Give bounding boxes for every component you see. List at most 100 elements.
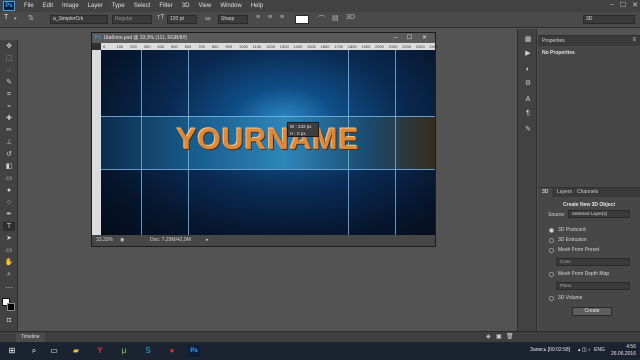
healing-brush-tool-icon[interactable]: ✚ <box>3 114 15 123</box>
option-mesh-from-depth-map[interactable]: Mesh From Depth Map <box>549 270 609 278</box>
menu-window[interactable]: Window <box>220 3 241 9</box>
timeline-tab[interactable]: Timeline <box>16 333 45 342</box>
option-mesh-from-preset[interactable]: Mesh From Preset <box>549 246 599 254</box>
character-panel-icon[interactable]: A <box>523 95 533 104</box>
guide-horizontal[interactable] <box>101 169 435 170</box>
menu-select[interactable]: Select <box>134 3 151 9</box>
yandex-browser-icon[interactable]: Y <box>94 345 106 357</box>
menu-layer[interactable]: Layer <box>88 3 103 9</box>
record-app-icon[interactable]: ● <box>166 345 178 357</box>
gradient-tool-icon[interactable]: ▭ <box>3 174 15 183</box>
utorrent-icon[interactable]: μ <box>118 345 130 357</box>
windows-start-icon[interactable]: ⊞ <box>6 345 18 357</box>
panel-menu-icon[interactable]: ≡ <box>632 37 636 43</box>
chevron-down-icon[interactable]: ▾ <box>14 16 17 22</box>
trash-icon[interactable]: 🗑 <box>506 333 514 340</box>
dodge-tool-icon[interactable]: ○ <box>3 198 15 207</box>
radio-button[interactable] <box>549 271 554 277</box>
actions-panel-icon[interactable]: ▶ <box>523 49 533 58</box>
search-icon[interactable]: ⌕ <box>28 345 40 357</box>
option-3d-extrusion[interactable]: 3D Extrusion <box>549 236 587 244</box>
create-button[interactable]: Create <box>572 307 612 316</box>
type-tool-icon[interactable]: T <box>4 14 8 21</box>
status-menu-icon[interactable]: ◉ <box>120 235 124 246</box>
document-window-controls[interactable]: – ☐ ✕ <box>394 33 431 43</box>
radio-button[interactable] <box>549 247 554 253</box>
option-3d-postcard[interactable]: 3D Postcard <box>549 226 586 234</box>
blur-tool-icon[interactable]: ● <box>3 186 15 195</box>
zoom-level[interactable]: 33,33% <box>96 235 113 246</box>
photoshop-taskbar-icon[interactable]: Ps <box>188 345 200 357</box>
canvas[interactable]: YOURNAME W : 432 px H : 0 px <box>101 50 435 235</box>
tab-layers[interactable]: Layers <box>554 188 575 197</box>
eyedropper-tool-icon[interactable]: ⌁ <box>3 102 15 111</box>
path-selection-tool-icon[interactable]: ➤ <box>3 234 15 243</box>
option-3d-volume[interactable]: 3D Volume <box>549 294 582 302</box>
menu-type[interactable]: Type <box>112 3 125 9</box>
history-brush-tool-icon[interactable]: ↺ <box>3 150 15 159</box>
depth-map-select[interactable]: Plane <box>556 282 630 290</box>
minimize-button[interactable]: – <box>610 1 614 9</box>
document-tab[interactable]: Ps Шаблон.psd @ 33,3% (111, RGB/8#) – ☐ … <box>92 33 435 43</box>
background-color-swatch[interactable] <box>7 303 15 311</box>
anti-alias-select[interactable]: Sharp <box>218 15 248 24</box>
menu-edit[interactable]: Edit <box>43 3 53 9</box>
character-panel-icon[interactable]: ▤ <box>332 14 339 22</box>
text-color-swatch[interactable] <box>295 15 309 24</box>
banner-title-text[interactable]: YOURNAME <box>101 123 435 157</box>
font-family-select[interactable]: a_SimplerCrk <box>50 15 108 24</box>
eraser-tool-icon[interactable]: ◧ <box>3 162 15 171</box>
tray-icons[interactable]: ▴ ◫ ♪ <box>578 347 591 353</box>
lasso-tool-icon[interactable]: ◌ <box>3 66 15 75</box>
menu-3d[interactable]: 3D <box>182 3 190 9</box>
text-orientation-icon[interactable]: ⇅ <box>28 14 34 22</box>
align-center-icon[interactable]: ≡ <box>268 14 272 21</box>
quick-select-tool-icon[interactable]: ✎ <box>3 78 15 87</box>
type-tool-icon[interactable]: T <box>3 222 15 231</box>
hand-tool-icon[interactable]: ✋ <box>3 258 15 267</box>
file-explorer-icon[interactable]: ▰ <box>70 345 82 357</box>
maximize-button[interactable]: ☐ <box>620 1 626 9</box>
radio-button[interactable] <box>549 295 554 301</box>
align-left-icon[interactable]: ≡ <box>256 14 260 21</box>
ruler-top[interactable]: 0 100 200 300 400 500 600 700 800 900 1000 1100 1200… <box>101 43 438 50</box>
language-indicator[interactable]: ENG <box>594 347 605 353</box>
guide-horizontal[interactable] <box>101 116 435 117</box>
layer-icon[interactable]: ▣ <box>496 333 502 340</box>
ruler-left[interactable] <box>92 50 101 235</box>
clock[interactable]: 4:56 26.06.2016 <box>611 344 636 358</box>
menu-image[interactable]: Image <box>62 3 79 9</box>
menu-view[interactable]: View <box>198 3 211 9</box>
menu-file[interactable]: File <box>24 3 34 9</box>
brush-panel-icon[interactable]: ✎ <box>523 125 533 134</box>
marquee-tool-icon[interactable]: ⬚ <box>3 54 15 63</box>
quick-mask-icon[interactable]: ◘ <box>3 316 15 325</box>
source-select[interactable]: Selected Layer(s) <box>568 210 630 218</box>
styles-panel-icon[interactable]: ⚙ <box>523 79 533 88</box>
history-panel-icon[interactable]: ▦ <box>523 35 533 44</box>
radio-button[interactable] <box>549 237 554 243</box>
font-style-select[interactable]: Regular <box>112 15 152 24</box>
warp-text-icon[interactable]: ⌒ <box>318 14 325 24</box>
properties-panel-title[interactable]: Properties <box>538 36 640 46</box>
move-tool-icon[interactable]: ✥ <box>3 42 15 51</box>
pen-tool-icon[interactable]: ✒ <box>3 210 15 219</box>
radio-button[interactable] <box>549 227 554 233</box>
paragraph-panel-icon[interactable]: ¶ <box>523 109 533 118</box>
tab-channels[interactable]: Channels <box>574 188 601 197</box>
filter-icon[interactable]: ◈ <box>486 333 491 340</box>
task-view-icon[interactable]: ▭ <box>48 345 60 357</box>
font-size-select[interactable]: 120 pt <box>167 15 197 24</box>
tab-3d[interactable]: 3D <box>538 188 553 197</box>
crop-tool-icon[interactable]: ⌗ <box>3 90 15 99</box>
menu-help[interactable]: Help <box>251 3 263 9</box>
3d-text-icon[interactable]: 3D <box>346 14 355 21</box>
align-right-icon[interactable]: ≡ <box>280 14 284 21</box>
edit-toolbar-icon[interactable]: ⋯ <box>3 284 15 293</box>
menu-filter[interactable]: Filter <box>159 3 172 9</box>
skype-icon[interactable]: S <box>142 345 154 357</box>
brush-tool-icon[interactable]: ✏ <box>3 126 15 135</box>
workspace-select[interactable]: 3D <box>583 15 635 24</box>
adjustments-panel-icon[interactable]: ◐ <box>523 65 533 74</box>
close-button[interactable]: ✕ <box>632 1 638 9</box>
